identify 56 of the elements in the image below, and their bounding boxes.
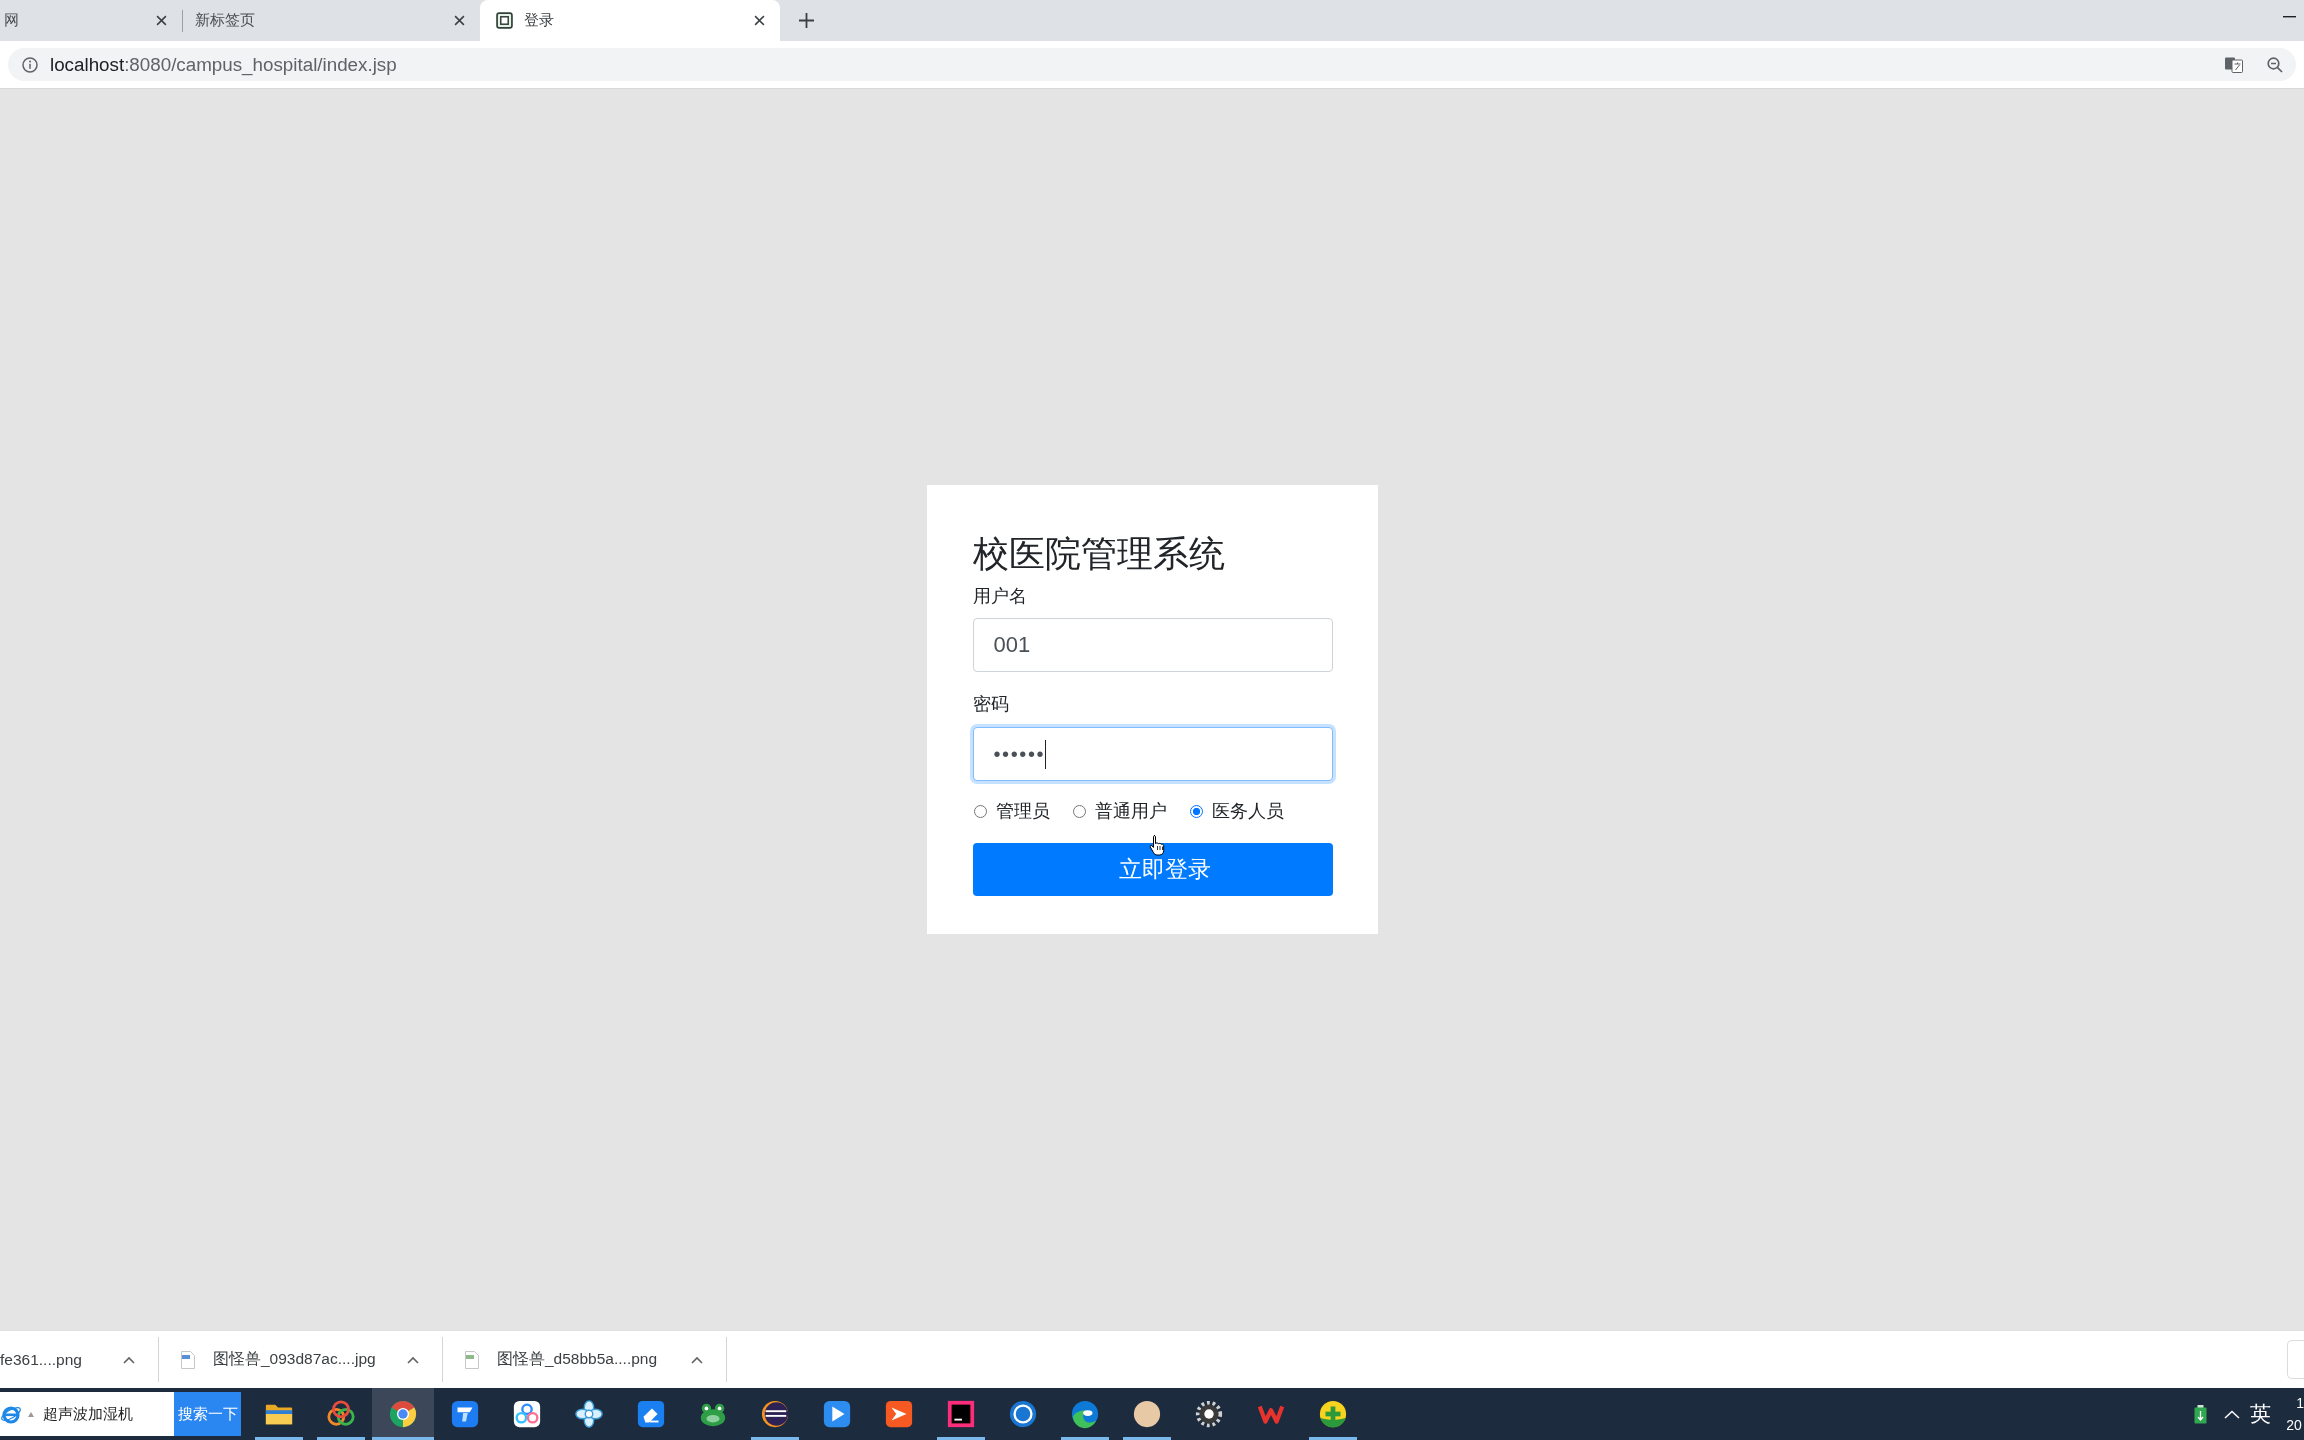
plus-icon[interactable] [798, 12, 815, 29]
chevron-up-icon[interactable] [691, 1355, 703, 1364]
download-item[interactable]: 图怪兽_d58bb5a....png [443, 1337, 727, 1382]
address-field[interactable]: localhost:8080/campus_hospital/index.jsp [8, 48, 2296, 81]
field-label: 密码 [972, 693, 1010, 715]
chevron-up-icon[interactable] [407, 1355, 419, 1364]
browser-e-icon [0, 1403, 22, 1425]
avatar-icon [1132, 1399, 1162, 1429]
radio-button[interactable] [973, 804, 987, 818]
radio-label: 医务人员 [1211, 800, 1284, 822]
close-icon[interactable] [754, 15, 765, 26]
close-icon[interactable] [454, 15, 465, 26]
square-logo-icon [946, 1399, 976, 1429]
dropdown-triangle-icon [28, 1411, 34, 1417]
file-icon [181, 1350, 195, 1369]
plus-circle-icon [1318, 1399, 1348, 1429]
close-icon[interactable] [156, 15, 167, 26]
hand-cursor-icon [1148, 834, 1165, 856]
angled-tile-icon [884, 1399, 914, 1429]
clock-text: 20 [2286, 1417, 2303, 1433]
radio-button[interactable] [1189, 804, 1203, 818]
tricolor-circle-icon [388, 1399, 418, 1429]
taskbar-button[interactable] [372, 1388, 434, 1440]
login-button[interactable]: 立即登录 [972, 843, 1333, 896]
circles-tile-icon [512, 1399, 542, 1429]
search-button[interactable]: 搜索一下 [174, 1392, 241, 1436]
file-icon [465, 1350, 479, 1369]
battery-icon [2194, 1404, 2208, 1424]
ring-badge-icon [1008, 1399, 1038, 1429]
flower-icon [574, 1399, 604, 1429]
radio-label: 普通用户 [1094, 800, 1167, 822]
info-icon [22, 56, 38, 73]
input-mode-indicator[interactable]: 英 [2250, 1400, 2272, 1428]
browser-tab[interactable]: 登录 [480, 0, 780, 41]
browser-tab[interactable]: 新标签页 [183, 0, 480, 41]
chevron-up-icon[interactable] [123, 1355, 135, 1364]
rings-icon [326, 1399, 356, 1429]
password-field[interactable]: •••••• [972, 727, 1333, 781]
download-item[interactable]: 图怪兽_093d87ac....jpg [159, 1337, 443, 1382]
minimize-icon[interactable] [2283, 16, 2296, 18]
radio-button[interactable] [1072, 804, 1086, 818]
input-field[interactable]: 001 [972, 618, 1333, 672]
field-label: 用户名 [972, 585, 1028, 607]
eraser-icon [636, 1399, 666, 1429]
search-field[interactable]: 超声波加湿机 [0, 1392, 174, 1436]
zoom-out-icon[interactable] [2267, 56, 2283, 73]
play-icon [822, 1399, 852, 1429]
striped-circle-icon [760, 1399, 790, 1429]
translate-icon[interactable] [2225, 56, 2243, 73]
gear-icon [1194, 1399, 1224, 1429]
swirl-icon [1070, 1399, 1100, 1429]
clock-text: 1 [2295, 1395, 2304, 1411]
radio-label: 管理员 [995, 800, 1050, 822]
login-title: 校医院管理系统 [972, 532, 1226, 575]
browser-tab[interactable]: 网 [0, 0, 182, 41]
tile-icon [450, 1399, 480, 1429]
